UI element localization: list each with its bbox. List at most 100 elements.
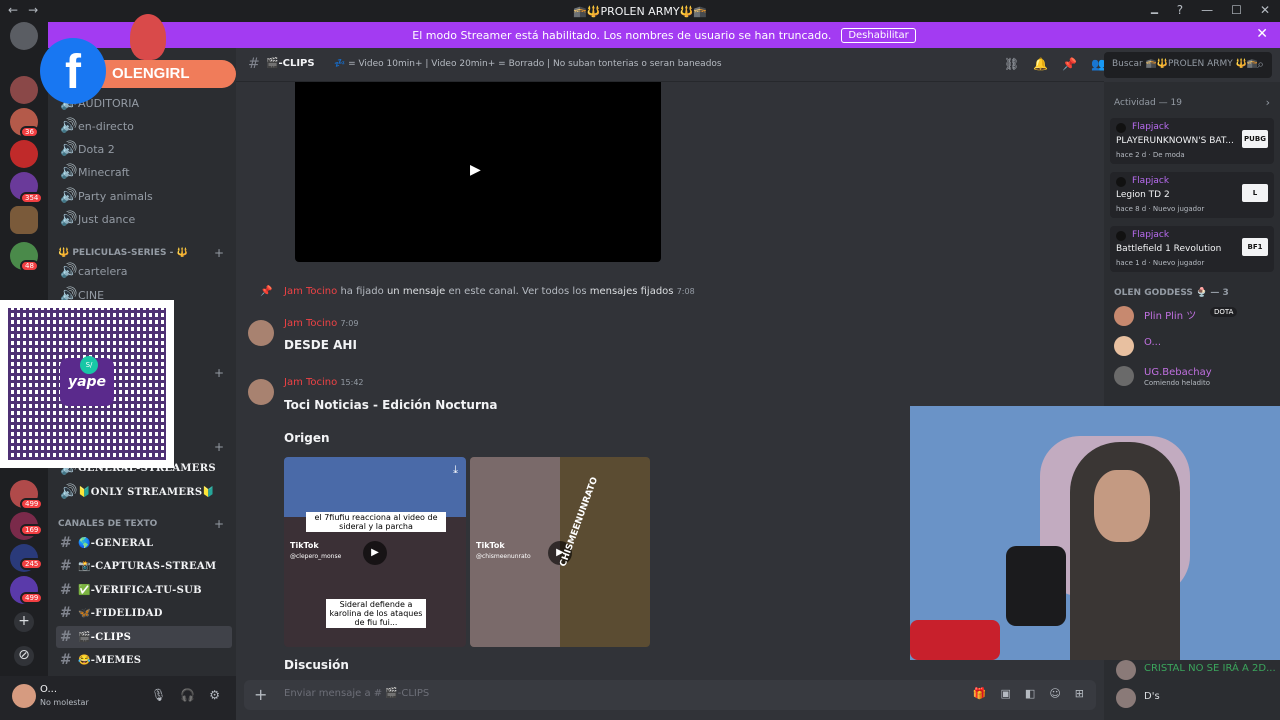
- header-toolbar: ⛓ 🔔 📌 👥: [1004, 57, 1106, 71]
- banner-text: El modo Streamer está habilitado. Los no…: [412, 28, 832, 42]
- video-caption: Sideral defiende a karolina de los ataqu…: [326, 599, 426, 628]
- message-header: Jam Tocino 7:09: [284, 318, 359, 329]
- add-channel-icon[interactable]: +: [214, 246, 224, 260]
- disable-streamer-button[interactable]: Deshabilitar: [841, 27, 916, 43]
- category-text-channels[interactable]: CANALES DE TEXTO: [58, 519, 157, 529]
- avatar[interactable]: [248, 379, 274, 405]
- composer-tools: 🎁 ▣ ◧ ☺ ⊞: [973, 687, 1084, 700]
- explore-servers-icon[interactable]: ⊘: [14, 646, 34, 666]
- channel-topic[interactable]: 💤 = Video 10min+ | Video 20min+ = Borrad…: [334, 59, 722, 69]
- unread-badge: 245: [20, 558, 44, 570]
- add-channel-icon[interactable]: +: [214, 440, 224, 454]
- emoji-icon[interactable]: ☺: [1049, 687, 1060, 700]
- game-icon: PUBG: [1242, 130, 1268, 148]
- member-list-continued: CRISTAL NO SE IRÁ A 2D... D's: [1104, 660, 1280, 720]
- text-channel[interactable]: # ✅-VERIFICA-TU-SUB: [56, 579, 232, 601]
- help-icon[interactable]: ?: [1177, 3, 1183, 24]
- streamer-face: [1094, 470, 1150, 542]
- yape-qr-code: yape S/: [0, 300, 174, 468]
- game-icon: BF1: [1242, 238, 1268, 256]
- member-name[interactable]: CRISTAL NO SE IRÁ A 2D...: [1144, 663, 1276, 674]
- category-movies[interactable]: 🔱 PELICULAS-SERIES - 🔱: [58, 248, 188, 258]
- play-icon[interactable]: ▶: [470, 162, 481, 178]
- avatar[interactable]: [1116, 688, 1136, 708]
- search-input[interactable]: Buscar 🕋🔱PROLEN ARMY 🔱🕋 ⌕: [1104, 52, 1272, 78]
- user-panel: O... No molestar 🎙 🎧 ⚙: [0, 676, 236, 720]
- headphones-icon[interactable]: 🎧: [180, 688, 195, 702]
- add-channel-icon[interactable]: +: [214, 517, 224, 531]
- apps-icon[interactable]: ⊞: [1075, 687, 1084, 700]
- close-window-icon[interactable]: ✕: [1260, 3, 1270, 24]
- avatar[interactable]: [12, 684, 36, 708]
- voice-channel[interactable]: 🔊 Party animals: [56, 185, 232, 207]
- bell-icon[interactable]: 🔔: [1033, 57, 1048, 71]
- play-icon[interactable]: ▶: [363, 541, 387, 565]
- text-channel[interactable]: # 😂-MEMES: [56, 649, 232, 671]
- text-channel-active[interactable]: # 🎬-CLIPS: [56, 626, 232, 648]
- maximize-icon[interactable]: ☐: [1231, 3, 1242, 24]
- video-frame: [284, 457, 466, 517]
- server-icon[interactable]: [10, 140, 38, 168]
- voice-channel[interactable]: 🔊 Just dance: [56, 208, 232, 230]
- text-channel[interactable]: # 🌎-GENERAL: [56, 532, 232, 554]
- inbox-icon[interactable]: 🗕: [1150, 3, 1159, 24]
- gear-icon[interactable]: ⚙: [209, 688, 220, 702]
- game-icon: L: [1242, 184, 1268, 202]
- threads-icon[interactable]: ⛓: [1004, 57, 1019, 71]
- tiktok-logo: TikTok: [290, 541, 319, 550]
- text-channel[interactable]: # 📸-CAPTURAS-STREAM: [56, 555, 232, 577]
- message-composer[interactable]: + Enviar mensaje a # 🎬-CLIPS 🎁 ▣ ◧ ☺ ⊞: [244, 680, 1096, 710]
- sticker-icon[interactable]: ◧: [1025, 687, 1035, 700]
- active-server-icon[interactable]: [10, 206, 38, 234]
- gift-icon[interactable]: 🎁: [973, 687, 987, 700]
- banner-close-icon[interactable]: ✕: [1256, 26, 1268, 42]
- member-item[interactable]: Plin Plin ツ DOTA: [1114, 304, 1274, 328]
- microphone-image: [1006, 546, 1066, 626]
- download-icon[interactable]: ⤓: [453, 463, 458, 477]
- pin-icon[interactable]: 📌: [1062, 57, 1077, 71]
- cartoon-avatar-overlay: [130, 14, 166, 60]
- microphone-icon[interactable]: 🎙: [151, 688, 166, 702]
- hash-icon: #: [60, 652, 73, 668]
- member-name[interactable]: D's: [1144, 691, 1160, 702]
- pin-system-message: 📌 Jam Tocino ha fijado un mensaje en est…: [260, 286, 695, 297]
- activity-card[interactable]: Flapjack Battlefield 1 Revolution hace 1…: [1110, 226, 1274, 272]
- video-embed[interactable]: ▶: [295, 82, 661, 262]
- avatar: [1116, 231, 1126, 241]
- video-thumbnail[interactable]: TikTok @chismeenunrato ▶ CHISMEENUNRATO: [470, 457, 650, 647]
- server-icon[interactable]: [10, 76, 38, 104]
- member-item[interactable]: UG.Bebachay Comiendo heladito: [1114, 364, 1274, 388]
- avatar[interactable]: [1116, 660, 1136, 680]
- yape-badge: S/: [80, 356, 98, 374]
- hash-icon: #: [60, 535, 73, 551]
- voice-channel[interactable]: 🔊 Dota 2: [56, 138, 232, 160]
- activity-card[interactable]: Flapjack Legion TD 2 hace 8 d · Nuevo ju…: [1110, 172, 1274, 218]
- server-icon[interactable]: [10, 22, 38, 50]
- voice-channel[interactable]: 🔊 Minecraft: [56, 161, 232, 183]
- gif-icon[interactable]: ▣: [1001, 687, 1011, 700]
- minimize-icon[interactable]: —: [1201, 3, 1213, 24]
- channel-header: # 🎬-CLIPS 💤 = Video 10min+ | Video 20min…: [236, 48, 1106, 82]
- streamer-name-overlay: OLENGIRL: [100, 60, 236, 88]
- speaker-icon: 🔊: [60, 118, 78, 134]
- member-item[interactable]: O...: [1114, 334, 1274, 358]
- unread-badge: 354: [20, 192, 44, 204]
- composer-placeholder: Enviar mensaje a # 🎬-CLIPS: [284, 688, 430, 699]
- video-frame: [470, 457, 560, 647]
- voice-channel[interactable]: 🔊 en-directo: [56, 115, 232, 137]
- message-heading: Discusión: [284, 658, 349, 672]
- add-server-icon[interactable]: +: [14, 612, 34, 632]
- attach-plus-icon[interactable]: +: [254, 685, 267, 704]
- streamer-mode-banner: El modo Streamer está habilitado. Los no…: [48, 22, 1280, 48]
- hash-icon: #: [60, 558, 73, 574]
- chevron-right-icon[interactable]: ›: [1266, 96, 1270, 109]
- add-channel-icon[interactable]: +: [214, 366, 224, 380]
- voice-channel[interactable]: 🔊 cartelera: [56, 260, 232, 282]
- voice-channel[interactable]: 🔊 🔰ONLY STREAMERS🔰: [56, 481, 232, 503]
- video-thumbnail[interactable]: ⤓ el 7fiufiu reacciona al video de sider…: [284, 457, 466, 647]
- text-channel[interactable]: # 🦋-FIDELIDAD: [56, 602, 232, 624]
- avatar[interactable]: [248, 320, 274, 346]
- activity-card[interactable]: Flapjack PLAYERUNKNOWN'S BAT... hace 2 d…: [1110, 118, 1274, 164]
- window-controls: 🗕 ? — ☐ ✕: [1150, 3, 1270, 24]
- webcam-overlay: [910, 406, 1280, 660]
